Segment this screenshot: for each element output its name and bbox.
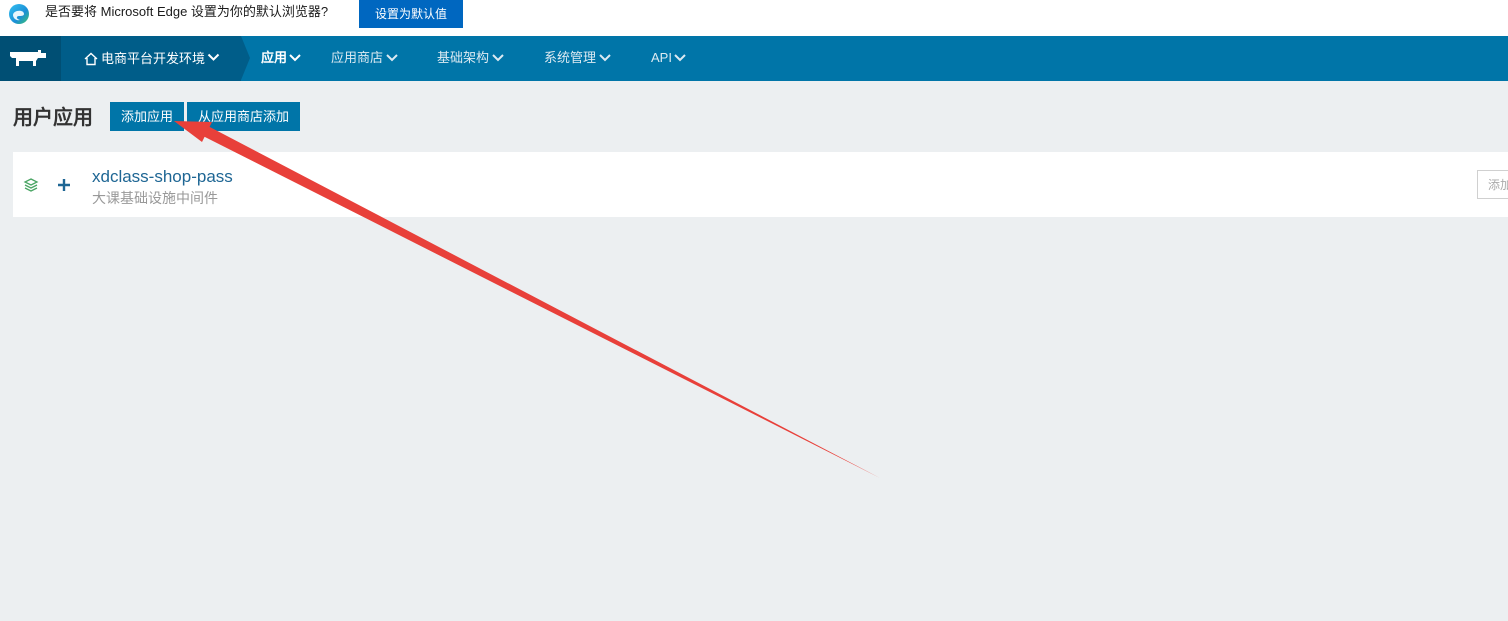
annotation-arrow (174, 121, 880, 478)
set-default-browser-button[interactable]: 设置为默认值 (359, 0, 463, 28)
chevron-down-icon (599, 54, 611, 62)
nav-item-label: API (651, 50, 672, 65)
nav-item-label: 应用商店 (331, 50, 384, 65)
main-nav: 电商平台开发环境 应用 应用商店 基础架构 系统管理 API (0, 36, 1508, 81)
add-app-button[interactable]: 添加应用 (110, 102, 184, 131)
chevron-down-icon (492, 54, 504, 62)
environment-arrow-decoration (241, 36, 250, 80)
page-title: 用户应用 (13, 107, 93, 129)
app-description: 大课基础设施中间件 (92, 190, 218, 206)
logo-container[interactable] (0, 36, 61, 81)
chevron-down-icon (207, 53, 220, 61)
chevron-down-icon (289, 54, 301, 62)
nav-item-label: 基础架构 (437, 50, 490, 65)
expand-plus-icon[interactable] (58, 179, 70, 191)
app-name-link[interactable]: xdclass-shop-pass (92, 167, 233, 187)
edge-prompt-message: 是否要将 Microsoft Edge 设置为你的默认浏览器? (45, 4, 329, 19)
edge-default-browser-bar: 是否要将 Microsoft Edge 设置为你的默认浏览器? 设置为默认值 (0, 0, 1508, 36)
chevron-down-icon (386, 54, 398, 62)
add-service-button[interactable]: 添加 (1477, 170, 1508, 199)
edge-logo-icon (9, 4, 29, 24)
app-row: xdclass-shop-pass 大课基础设施中间件 添加 (13, 152, 1508, 217)
add-from-catalog-button[interactable]: 从应用商店添加 (187, 102, 300, 131)
chevron-down-icon (674, 54, 686, 62)
environment-name: 电商平台开发环境 (101, 51, 206, 66)
rancher-logo-icon (10, 50, 46, 66)
environment-switcher[interactable]: 电商平台开发环境 (61, 36, 241, 81)
nav-item-label: 应用 (261, 50, 288, 65)
home-icon (84, 52, 98, 66)
stack-layers-icon (23, 178, 39, 192)
nav-item-label: 系统管理 (544, 50, 597, 65)
